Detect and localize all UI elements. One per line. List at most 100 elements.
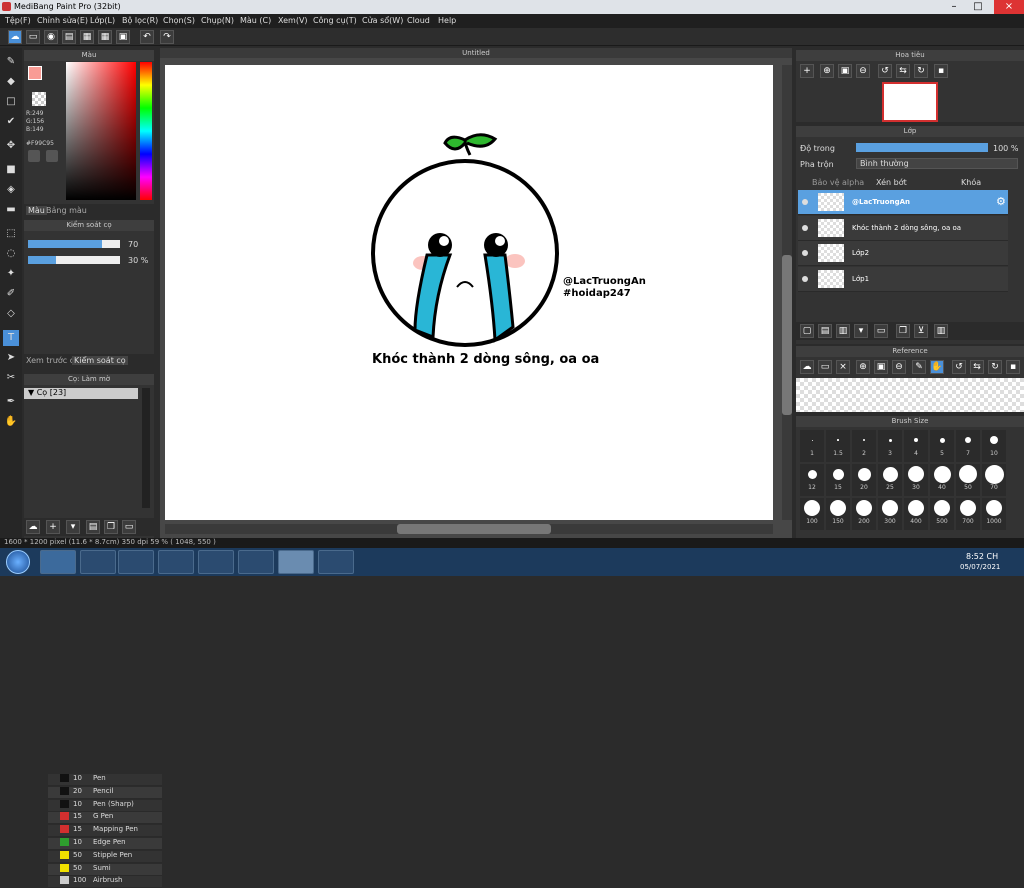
ref-hand-icon[interactable]: ✋ xyxy=(930,360,944,374)
brush-size-option[interactable]: 2 xyxy=(852,430,876,462)
brush-size-option[interactable]: 400 xyxy=(904,498,928,530)
select-eraser-icon[interactable]: ◇ xyxy=(3,306,19,322)
hand-tool-icon[interactable]: ✋ xyxy=(3,414,19,430)
lock-checkbox[interactable]: Khóa xyxy=(961,178,981,187)
protect-alpha-checkbox[interactable]: Bảo vệ alpha xyxy=(812,178,864,187)
brush-tool-icon[interactable]: ✎ xyxy=(3,54,19,70)
document-tab[interactable]: Untitled xyxy=(160,48,792,58)
brush-size-option[interactable]: 500 xyxy=(930,498,954,530)
brush-size-option[interactable]: 4 xyxy=(904,430,928,462)
close-icon[interactable]: × xyxy=(994,0,1024,14)
brush-size-option[interactable]: 100 xyxy=(800,498,824,530)
brush-copy-icon[interactable]: ❐ xyxy=(104,520,118,534)
cloud-brush-icon[interactable]: ☁ xyxy=(26,520,40,534)
ref-cloud-icon[interactable]: ☁ xyxy=(800,360,814,374)
reference-view[interactable] xyxy=(796,378,1024,412)
visibility-icon[interactable] xyxy=(802,199,808,205)
delete-layer-icon[interactable]: ▥ xyxy=(934,324,948,338)
picker-icon[interactable] xyxy=(46,150,58,162)
layer-row[interactable]: Khóc thành 2 dòng sông, oa oa xyxy=(798,215,1008,241)
brush-size-option[interactable]: 25 xyxy=(878,464,902,496)
menu-select[interactable]: Chọn(S) xyxy=(163,16,195,25)
divide-tool-icon[interactable]: ✂ xyxy=(3,370,19,386)
brush-list-item[interactable]: 15 Mapping Pen xyxy=(48,825,162,838)
taskbar-medibang[interactable] xyxy=(80,550,116,574)
taskbar-app2[interactable] xyxy=(318,550,354,574)
shape-fill-icon[interactable]: ■ xyxy=(3,162,19,178)
tab-brush-control[interactable]: Kiểm soát cọ xyxy=(72,356,128,365)
horizontal-scrollbar[interactable] xyxy=(165,524,773,534)
minimize-icon[interactable]: – xyxy=(944,0,964,14)
brush-size-option[interactable]: 12 xyxy=(800,464,824,496)
brush-size-option[interactable]: 1.5 xyxy=(826,430,850,462)
vertical-scrollbar[interactable] xyxy=(782,65,792,520)
tab-palette[interactable]: Bảng màu xyxy=(46,206,87,215)
brush-size-option[interactable]: 40 xyxy=(930,464,954,496)
new-layer-icon[interactable]: ▢ xyxy=(800,324,814,338)
brush-group[interactable]: ▼ Cọ [23] xyxy=(24,388,138,399)
text-tool-icon[interactable]: T xyxy=(3,330,19,346)
brush-list-item[interactable]: 20 Pencil xyxy=(48,786,162,799)
brush-size-option[interactable]: 10 xyxy=(982,430,1006,462)
new-layer2-icon[interactable]: ▤ xyxy=(818,324,832,338)
brush-size-option[interactable]: 30 xyxy=(904,464,928,496)
ref-rotate-right-icon[interactable]: ↻ xyxy=(988,360,1002,374)
brush-size-option[interactable]: 700 xyxy=(956,498,980,530)
menu-filter[interactable]: Bộ lọc(R) xyxy=(122,16,158,25)
brush-delete-icon[interactable]: ▭ xyxy=(122,520,136,534)
document-canvas[interactable]: @LacTruongAn #hoidap247 Khóc thành 2 dòn… xyxy=(165,65,773,520)
hue-slider[interactable] xyxy=(140,62,152,200)
visibility-icon[interactable] xyxy=(802,224,808,231)
zoom-in-icon[interactable]: + xyxy=(800,64,814,78)
brush-size-option[interactable]: 50 xyxy=(956,464,980,496)
saturation-value-picker[interactable] xyxy=(66,62,136,200)
brush-size-option[interactable]: 200 xyxy=(852,498,876,530)
brush-size-option[interactable]: 150 xyxy=(826,498,850,530)
ref-close-icon[interactable]: × xyxy=(836,360,850,374)
brush-list-item[interactable]: 10 Pen (Sharp) xyxy=(48,799,162,812)
eyedropper-icon[interactable]: ✒ xyxy=(3,394,19,410)
menu-file[interactable]: Tệp(F) xyxy=(5,16,31,25)
menu-help[interactable]: Help xyxy=(438,16,456,25)
brush-size-option[interactable]: 1 xyxy=(800,430,824,462)
taskbar-app[interactable] xyxy=(158,550,194,574)
ref-reset-icon[interactable]: ▪ xyxy=(1006,360,1020,374)
start-button[interactable] xyxy=(6,550,30,574)
brush-size-option[interactable]: 15 xyxy=(826,464,850,496)
brush-list-item[interactable]: 10 Pen xyxy=(48,774,162,786)
layer-row[interactable]: Lớp2 xyxy=(798,241,1008,266)
size-slider[interactable] xyxy=(28,240,120,248)
layer-settings-icon[interactable]: ⚙ xyxy=(996,195,1006,208)
dot-tool-icon[interactable]: □ xyxy=(3,94,19,110)
brush-list-item[interactable]: 100 Airbrush xyxy=(48,876,162,888)
brush-list-item[interactable]: 15 G Pen xyxy=(48,812,162,825)
visibility-icon[interactable] xyxy=(802,275,808,282)
ref-rotate-left-icon[interactable]: ↺ xyxy=(952,360,966,374)
layer-row[interactable]: @LacTruongAn ⚙ xyxy=(798,190,1008,215)
opacity-slider[interactable] xyxy=(28,256,120,264)
brush-size-option[interactable]: 3 xyxy=(878,430,902,462)
navigator-preview[interactable] xyxy=(882,82,938,122)
eraser-tool-icon[interactable]: ◆ xyxy=(3,74,19,90)
flip-icon[interactable]: ⇆ xyxy=(896,64,910,78)
undo-icon[interactable]: ↶ xyxy=(140,30,154,44)
layer-menu-icon[interactable]: ▾ xyxy=(854,324,868,338)
brush-list-item[interactable]: 10 Edge Pen xyxy=(48,838,162,850)
ref-open-icon[interactable]: ▭ xyxy=(818,360,832,374)
menu-color[interactable]: Màu (C) xyxy=(240,16,271,25)
cloud-icon[interactable]: ☁ xyxy=(8,30,22,44)
operation-tool-icon[interactable]: ➤ xyxy=(3,350,19,366)
taskbar-paint-active[interactable] xyxy=(278,550,314,574)
blend-mode-select[interactable]: Bình thường xyxy=(856,158,1018,169)
redo-icon[interactable]: ↷ xyxy=(160,30,174,44)
layer-opacity-slider[interactable] xyxy=(856,143,988,152)
menu-window[interactable]: Cửa sổ(W) xyxy=(362,16,403,25)
bucket-tool-icon[interactable]: ◈ xyxy=(3,182,19,198)
brush-size-option[interactable]: 7 xyxy=(956,430,980,462)
marquee-tool-icon[interactable]: ⬚ xyxy=(3,226,19,242)
magic-wand-icon[interactable]: ✦ xyxy=(3,266,19,282)
zoom-out-icon[interactable]: ⊖ xyxy=(856,64,870,78)
grid2-icon[interactable]: ▦ xyxy=(98,30,112,44)
ref-zoom-out-icon[interactable]: ⊖ xyxy=(892,360,906,374)
menu-tools[interactable]: Công cụ(T) xyxy=(313,16,357,25)
